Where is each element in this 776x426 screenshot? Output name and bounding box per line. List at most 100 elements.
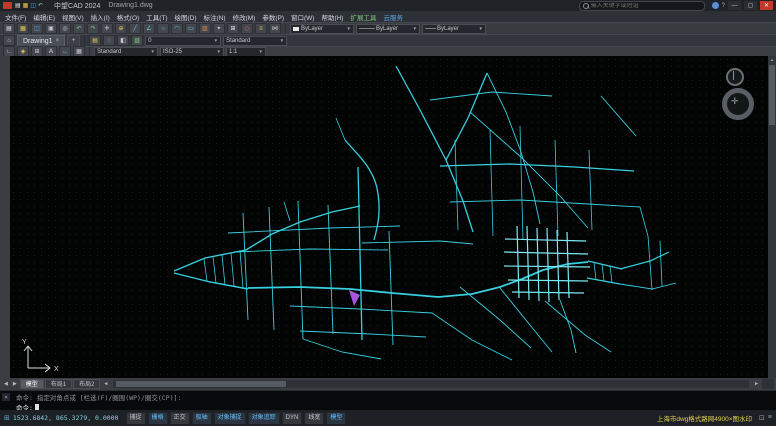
vertical-scroll-thumb[interactable] [769,65,775,125]
close-button[interactable]: ✕ [760,1,773,10]
menu-item[interactable]: 帮助(H) [321,12,343,22]
menu-item[interactable]: 窗口(W) [291,12,314,22]
rect-icon[interactable]: ▭ [185,23,197,34]
scale-dropdown[interactable]: 1:1 ▼ [226,47,266,57]
menu-item[interactable]: 绘图(D) [175,12,197,22]
status-toggle-对象追踪[interactable]: 对象追踪 [248,412,280,425]
drawing-canvas[interactable]: YX [10,56,768,378]
road-polyline[interactable] [284,202,290,221]
road-polyline[interactable] [269,207,274,330]
style-dropdown[interactable]: Standard ▼ [223,36,287,46]
copy-icon[interactable]: ⊞ [227,23,239,34]
road-polyline[interactable] [517,226,569,302]
vertical-scrollbar[interactable]: ▲ [768,56,776,378]
line-icon[interactable]: ╱ [129,23,141,34]
road-polyline[interactable] [396,66,473,232]
zoom-icon[interactable]: ⊕ [115,23,127,34]
road-polyline[interactable] [174,273,248,289]
road-polyline[interactable] [328,205,333,334]
status-toggle-线宽[interactable]: 线宽 [304,412,324,425]
close-command-panel-icon[interactable]: × [2,393,10,401]
road-polyline[interactable] [589,150,592,230]
hatch-icon[interactable]: ▨ [199,23,211,34]
lineweight-dropdown[interactable]: —— ByLayer ▼ [422,24,486,34]
menu-item[interactable]: 文件(F) [5,12,26,22]
road-polyline[interactable] [640,207,648,236]
close-tab-icon[interactable]: × [56,38,60,44]
road-polyline[interactable] [470,112,588,228]
settings-icon[interactable]: ≡ [768,414,772,422]
road-polyline[interactable] [300,331,426,337]
hscroll-right-icon[interactable]: ► [752,381,761,387]
dim-style-dropdown[interactable]: ISO-25 ▼ [160,47,224,57]
home-tab-icon[interactable]: ⌂ [3,35,15,46]
user-avatar-icon[interactable] [712,2,719,9]
road-polyline[interactable] [234,249,388,252]
layer-off-icon[interactable]: ◌ [103,35,115,46]
road-polyline[interactable] [345,140,379,240]
status-toggle-DYN[interactable]: DYN [282,412,303,425]
view-compass-icon[interactable] [726,68,744,86]
horizontal-scroll-thumb[interactable] [116,381,286,387]
circle-icon[interactable]: ○ [157,23,169,34]
road-polyline[interactable] [389,231,393,345]
layers-icon[interactable]: ≡ [255,23,267,34]
menu-item[interactable]: 工具(T) [146,12,167,22]
text-style-dropdown[interactable]: Standard ▼ [94,47,158,57]
road-polyline[interactable] [520,126,523,240]
road-polyline[interactable] [243,213,248,320]
layout-back-icon[interactable]: ◀ [2,381,10,387]
menu-item[interactable]: 视图(V) [62,12,84,22]
status-toggle-捕捉[interactable]: 捕捉 [126,412,146,425]
menu-item[interactable]: 格式(O) [117,12,139,22]
linetype-dropdown[interactable]: ——— ByLayer ▼ [356,24,420,34]
open-file-icon[interactable]: ▦ [23,3,29,9]
road-polyline[interactable] [358,167,362,340]
undo-icon[interactable]: ↶ [73,23,85,34]
new-icon[interactable]: ▤ [3,23,15,34]
road-polyline[interactable] [450,200,640,207]
undo-quick-icon[interactable]: ↶ [38,3,43,9]
layout-forward-icon[interactable]: ▶ [11,381,19,387]
steering-wheel-icon[interactable] [722,88,754,120]
menu-item[interactable]: 插入(I) [91,12,110,22]
open-icon[interactable]: ▦ [17,23,29,34]
menu-item[interactable]: 编辑(E) [33,12,55,22]
road-polyline[interactable] [620,252,669,269]
layer-dropdown[interactable]: 0 ▼ [145,36,221,46]
plot-icon[interactable]: ▣ [45,23,57,34]
app-logo-icon[interactable] [3,2,12,9]
road-polyline[interactable] [362,241,473,244]
command-line-panel[interactable]: × 命令: 指定对角点或 [栏选(F)/圈围(WP)/圈交(CP)]: 命令: [0,390,776,410]
arc-icon[interactable]: ◠ [171,23,183,34]
horizontal-scrollbar[interactable] [113,380,749,388]
road-polyline[interactable] [487,73,540,224]
new-tab-button[interactable]: + [67,35,80,47]
road-polyline[interactable] [560,300,576,353]
search-box[interactable] [579,1,705,11]
status-toggle-栅格[interactable]: 栅格 [148,412,168,425]
menu-item[interactable]: 扩展工具 [350,12,376,22]
menu-item[interactable]: 云服务 [383,12,403,22]
save-icon[interactable]: ◫ [31,23,43,34]
road-polyline[interactable] [430,92,552,100]
match-icon[interactable]: ▧ [131,35,143,46]
grid-status-icon[interactable]: ⊞ [4,414,10,422]
road-polyline[interactable] [24,346,50,372]
road-polyline[interactable] [545,301,611,352]
road-polyline[interactable] [555,140,558,236]
fullscreen-icon[interactable]: ⊡ [759,414,765,422]
layout-tab-布局2[interactable]: 布局2 [73,379,100,389]
color-dropdown[interactable]: ByLayer ▼ [290,24,354,34]
measure-icon[interactable]: ⋈ [269,23,281,34]
document-tab-drawing1[interactable]: Drawing1 × [17,35,65,47]
move-icon[interactable]: ⌖ [213,23,225,34]
status-toggle-极轴[interactable]: 极轴 [192,412,212,425]
scroll-up-icon[interactable]: ▲ [770,56,774,64]
layout-tab-模型[interactable]: 模型 [20,379,44,389]
pan-icon[interactable]: ✛ [101,23,113,34]
menu-item[interactable]: 修改(M) [233,12,256,22]
status-toggle-正交[interactable]: 正交 [170,412,190,425]
road-polyline[interactable] [446,73,487,160]
status-toggle-对象捕捉[interactable]: 对象捕捉 [214,412,246,425]
